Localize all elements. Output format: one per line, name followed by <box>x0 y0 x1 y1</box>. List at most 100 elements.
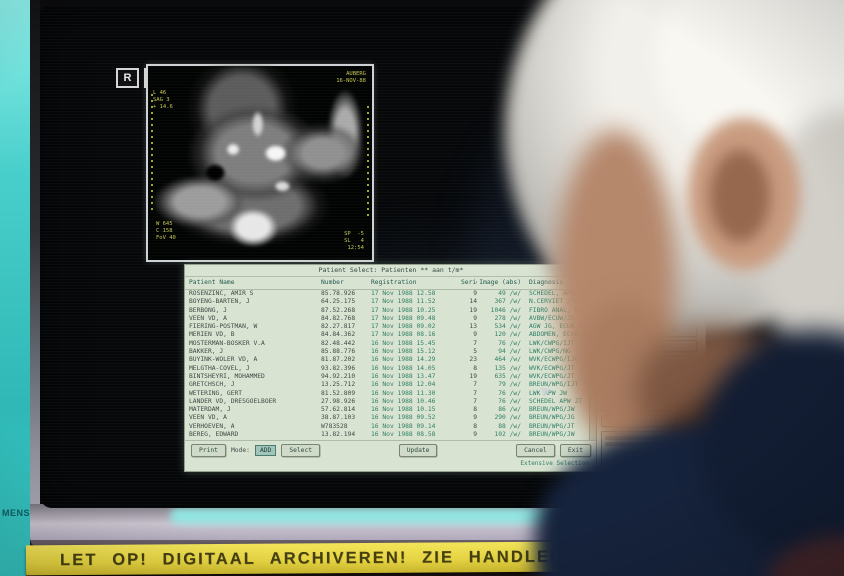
cell-registration: 16 Nov 1988 09.14 <box>371 423 461 431</box>
cell-series: 7 <box>461 381 477 389</box>
table-row[interactable]: MELGTHA-COVEL, J93.82.39616 Nov 1988 14.… <box>185 365 597 373</box>
desk-cyan-strip <box>0 0 30 576</box>
cell-series: 23 <box>461 356 477 364</box>
side-panel-button[interactable]: Protect <box>601 340 697 352</box>
cell-series: 7 <box>461 340 477 348</box>
mini-box[interactable] <box>647 306 665 320</box>
side-panel-button[interactable]: W <box>651 325 697 337</box>
side-panel-button[interactable]: Put - <box>601 400 647 412</box>
cell-image-count: 76 /w/ <box>477 390 523 398</box>
patient-window-title: Patient Select: Patienten ** aan t/m* <box>185 265 597 277</box>
side-panel-button[interactable]: Ind <box>601 325 647 337</box>
cell-image-count: 76 /w/ <box>477 340 523 348</box>
cell-number: 13.25.712 <box>321 381 371 389</box>
cell-registration: 16 Nov 1988 15.12 <box>371 348 461 356</box>
cell-patient-name: VEEN VD, A <box>185 315 321 323</box>
cell-number: 81.52.809 <box>321 390 371 398</box>
column-header-number[interactable]: Number <box>321 277 371 289</box>
select-button[interactable]: Select <box>281 444 320 457</box>
update-button[interactable]: Update <box>399 444 438 457</box>
side-panel-button[interactable]: Map <box>601 385 647 397</box>
cell-number: 82.27.817 <box>321 323 371 331</box>
side-panel-button[interactable]: Label <box>651 385 697 397</box>
table-row[interactable]: MOSTERMAN-BOSKER V.A82.48.44216 Nov 1988… <box>185 340 597 348</box>
table-row[interactable]: FIERING-POSTMAN, W82.27.81717 Nov 1988 0… <box>185 323 597 331</box>
info-line-smudge <box>605 442 697 446</box>
cell-registration: 16 Nov 1988 09.52 <box>371 414 461 422</box>
cell-diagnosis: WVK/ECWPG/JT <box>523 373 595 381</box>
table-row[interactable]: WETERING, GERT81.52.80916 Nov 1988 11.30… <box>185 390 597 398</box>
cell-number: 85.88.776 <box>321 348 371 356</box>
cell-patient-name: LANDER VD, DRESGOELBOER <box>185 398 321 406</box>
mini-box[interactable] <box>603 306 621 320</box>
person-ear <box>688 118 800 270</box>
mri-scan-image <box>148 66 372 260</box>
patient-select-window: Patient Select: Patienten ** aan t/m* Pa… <box>184 264 598 472</box>
column-header-patient-name[interactable]: Patient Name <box>185 277 321 289</box>
warning-sticker: LET OP! DIGITAAL ARCHIVEREN! ZIE HANDLEI… <box>26 541 710 576</box>
table-row[interactable]: BINTSHEYRI, MOHAMMED94.92.21016 Nov 1988… <box>185 373 597 381</box>
mri-overlay-bottom-right: SP -5SL 412:54 <box>344 231 364 252</box>
table-row[interactable]: BEREG, EDWARD13.82.19416 Nov 1988 08.589… <box>185 431 597 439</box>
table-row[interactable]: GRETCHSCH, J13.25.71216 Nov 1988 12.0477… <box>185 381 597 389</box>
mri-overlay-line: L 46 <box>153 90 173 97</box>
side-panel-button[interactable]: Copying <box>601 355 697 367</box>
table-row[interactable]: BOYENG-BARTEN, J64.25.17517 Nov 1988 11.… <box>185 298 597 306</box>
cancel-button[interactable]: Cancel <box>516 444 555 457</box>
mode-value-box[interactable]: ADD <box>255 445 276 456</box>
side-panel-button[interactable]: Copying <box>601 370 697 382</box>
cell-number: 81.87.202 <box>321 356 371 364</box>
table-row[interactable]: LANDER VD, DRESGOELBOER27.98.92616 Nov 1… <box>185 398 597 406</box>
cell-diagnosis: LWK/CWPG/IJT <box>523 340 595 348</box>
table-row[interactable]: VEEN VD, A38.87.10316 Nov 1988 09.529290… <box>185 414 597 422</box>
exit-button[interactable]: Exit <box>560 444 591 457</box>
cell-image-count: 49 /w/ <box>477 290 523 298</box>
cell-series: 8 <box>461 406 477 414</box>
person-ear-inner <box>710 150 770 242</box>
cell-number: 57.62.814 <box>321 406 371 414</box>
column-header-image[interactable]: Image (abs) <box>477 277 523 289</box>
mri-scale-ruler-right <box>367 106 369 216</box>
column-header-registration[interactable]: Registration <box>371 277 461 289</box>
side-panel-button[interactable]: Put + <box>651 400 697 412</box>
mri-overlay-line: SAG 3 <box>153 97 173 104</box>
cell-diagnosis: ABDOMEN, ECUR JG <box>523 331 595 339</box>
table-row[interactable]: BUYINK-WOLER VD, A81.87.20216 Nov 1988 1… <box>185 356 597 364</box>
monitor-bezel-left <box>30 0 40 512</box>
cell-diagnosis: BREUN/WPG/JT <box>523 423 595 431</box>
side-panel-button-label: Put - <box>615 402 634 409</box>
mini-box[interactable] <box>625 306 643 320</box>
table-row[interactable]: MATERDAM, J57.62.81416 Nov 1988 10.15886… <box>185 406 597 414</box>
extensive-selection-link[interactable]: Extensive Selection <box>185 459 597 468</box>
table-row[interactable]: MERIEN VD, B84.84.36217 Nov 1988 08.1691… <box>185 331 597 339</box>
column-header-diagnosis[interactable]: Diagnosis <box>523 277 595 289</box>
cell-diagnosis: LWK APW JW <box>523 390 595 398</box>
table-row[interactable]: BAKKER, J85.88.77616 Nov 1988 15.12594 /… <box>185 348 597 356</box>
cell-image-count: 534 /w/ <box>477 323 523 331</box>
mri-overlay-line: SL 4 <box>344 238 364 245</box>
table-scrollbar[interactable] <box>589 290 596 440</box>
table-row[interactable]: VEEN VD, A84.82.76817 Nov 1988 09.489278… <box>185 315 597 323</box>
cell-image-count: 635 /w/ <box>477 373 523 381</box>
patient-table-body: ROSENZINC, AMIR S85.78.92617 Nov 1988 12… <box>185 290 597 440</box>
table-row[interactable]: BERBONG, J87.52.26817 Nov 1988 10.251910… <box>185 307 597 315</box>
cell-patient-name: BEREG, EDWARD <box>185 431 321 439</box>
cell-series: 14 <box>461 298 477 306</box>
cell-series: 19 <box>461 307 477 315</box>
cell-number: 85.78.926 <box>321 290 371 298</box>
table-row[interactable]: ROSENZINC, AMIR S85.78.92617 Nov 1988 12… <box>185 290 597 298</box>
cell-diagnosis: AGW JG, ECUR JW <box>523 323 595 331</box>
table-row[interactable]: VERHOEVEN, AW78352816 Nov 1988 09.14888 … <box>185 423 597 431</box>
cell-series: 9 <box>461 331 477 339</box>
cell-diagnosis: SCHEDEL, APW JG <box>523 290 595 298</box>
cell-number: 82.48.442 <box>321 340 371 348</box>
side-panel-button[interactable]: Info <box>601 415 697 427</box>
cell-patient-name: MELGTHA-COVEL, J <box>185 365 321 373</box>
patient-rows-repeater: ROSENZINC, AMIR S85.78.92617 Nov 1988 12… <box>185 290 597 439</box>
cell-number: 94.92.210 <box>321 373 371 381</box>
column-header-series[interactable]: Series <box>461 277 477 289</box>
print-button[interactable]: Print <box>191 444 226 457</box>
cell-patient-name: VEEN VD, A <box>185 414 321 422</box>
cell-number: 84.84.362 <box>321 331 371 339</box>
cell-series: 8 <box>461 423 477 431</box>
